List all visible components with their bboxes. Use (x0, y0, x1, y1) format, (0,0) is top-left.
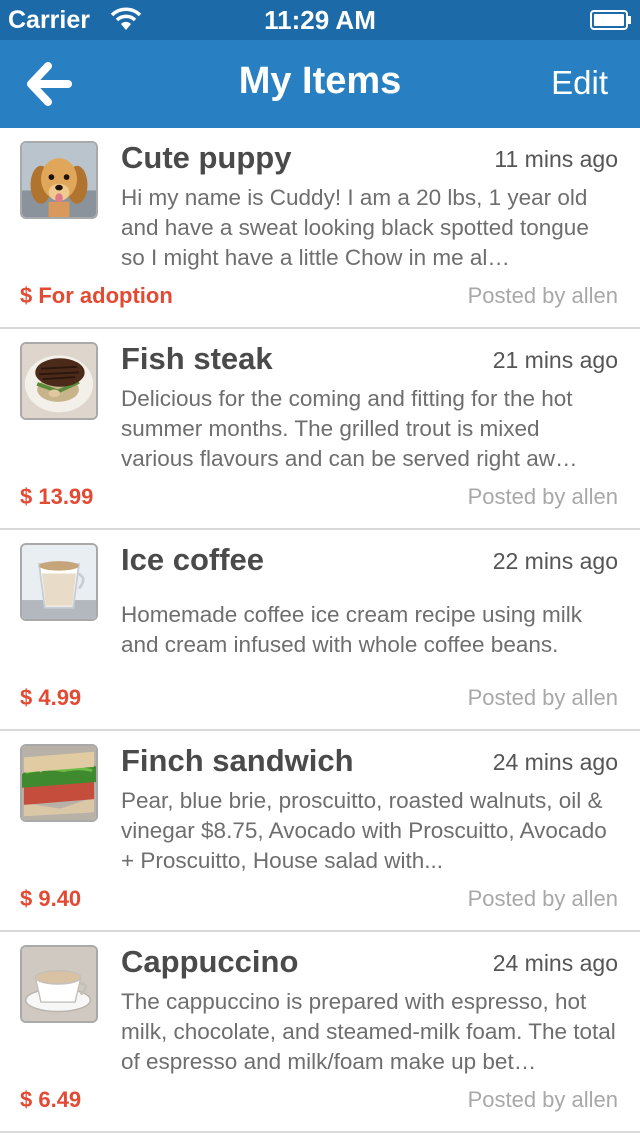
items-list: Cute puppy 11 mins ago Hi my name is Cud… (0, 128, 640, 1133)
item-description: Homemade coffee ice cream recipe using m… (121, 602, 583, 657)
item-price: $ For adoption (20, 283, 173, 308)
list-item[interactable]: Fish steak 21 mins ago Delicious for the… (0, 329, 640, 530)
item-description: The cappuccino is prepared with espresso… (121, 989, 616, 1074)
edit-button[interactable]: Edit (551, 64, 608, 102)
list-item[interactable]: Finch sandwich 24 mins ago Pear, blue br… (0, 731, 640, 932)
item-price: $ 6.49 (20, 1087, 82, 1112)
item-posted-by: Posted by allen (467, 886, 618, 911)
item-description: Pear, blue brie, proscuitto, roasted wal… (121, 788, 607, 873)
navigation-bar: My Items Edit (0, 40, 640, 128)
item-timestamp: 21 mins ago (492, 347, 618, 373)
item-thumbnail (20, 744, 98, 822)
item-title: Fish steak (121, 341, 273, 376)
battery-icon (590, 10, 632, 30)
item-title: Finch sandwich (121, 743, 354, 778)
item-price: $ 4.99 (20, 685, 82, 710)
item-posted-by: Posted by allen (467, 1087, 618, 1112)
item-title: Cappuccino (121, 944, 299, 979)
item-title: Ice coffee (121, 542, 265, 577)
page-title: My Items (238, 60, 402, 102)
item-title: Cute puppy (121, 140, 292, 175)
list-item[interactable]: Ice coffee 22 mins ago Homemade coffee i… (0, 530, 640, 731)
item-posted-by: Posted by allen (467, 283, 618, 308)
list-item[interactable]: Cute puppy 11 mins ago Hi my name is Cud… (0, 128, 640, 329)
item-thumbnail (20, 141, 98, 219)
item-description: Delicious for the coming and fitting for… (121, 386, 578, 471)
status-time: 11:29 AM (264, 5, 376, 35)
item-description: Hi my name is Cuddy! I am a 20 lbs, 1 ye… (121, 185, 589, 270)
list-item[interactable]: Cappuccino 24 mins ago The cappuccino is… (0, 932, 640, 1133)
item-timestamp: 24 mins ago (492, 950, 618, 976)
item-posted-by: Posted by allen (467, 685, 618, 710)
item-posted-by: Posted by allen (467, 484, 618, 509)
status-bar: Carrier 11:29 AM (0, 0, 640, 40)
item-timestamp: 11 mins ago (494, 146, 618, 172)
item-timestamp: 22 mins ago (492, 548, 618, 574)
item-timestamp: 24 mins ago (492, 749, 618, 775)
item-price: $ 13.99 (20, 484, 94, 509)
item-thumbnail (20, 945, 98, 1023)
item-thumbnail (20, 543, 98, 621)
item-thumbnail (20, 342, 98, 420)
item-price: $ 9.40 (20, 886, 82, 911)
